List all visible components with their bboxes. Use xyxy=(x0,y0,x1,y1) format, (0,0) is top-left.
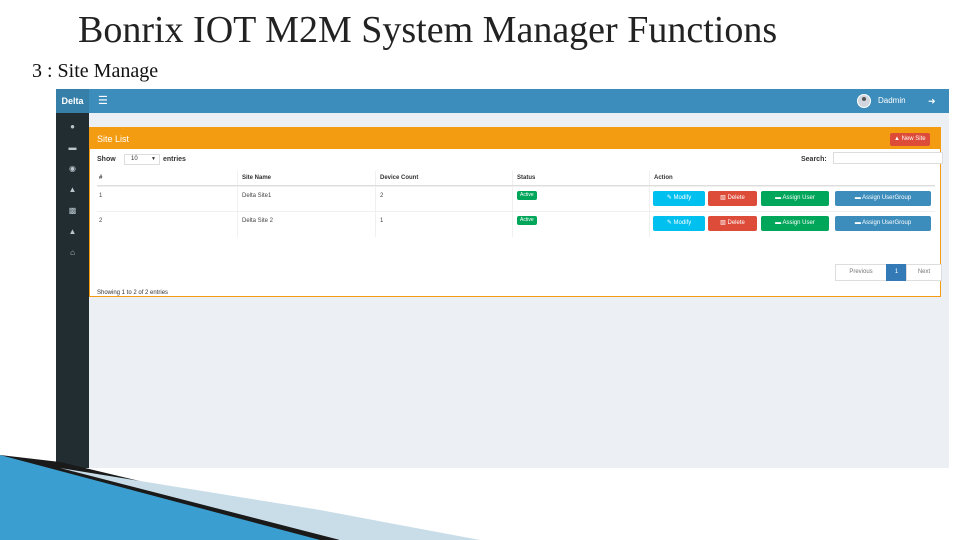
pagination-previous[interactable]: Previous xyxy=(835,264,887,281)
entries-length-select[interactable]: 10 ▼ xyxy=(124,154,160,165)
pagination-page-1[interactable]: 1 xyxy=(886,264,907,281)
sitemap-icon: ▲ xyxy=(894,136,902,142)
length-value: 10 xyxy=(131,156,138,162)
assign-usergroup-label: Assign UserGroup xyxy=(862,220,912,226)
table-row: 1 Delta Site1 2 Active ✎ Modify ▧ Delete… xyxy=(97,186,935,211)
assign-user-label: Assign User xyxy=(782,220,815,226)
search-input[interactable] xyxy=(833,152,943,164)
key-icon[interactable]: ⌂ xyxy=(56,247,89,259)
sidebar: ● ▬ ◉ ▲ ▩ ▲ ⌂ xyxy=(56,113,89,468)
modify-label: Modify xyxy=(673,195,692,201)
hamburger-icon[interactable]: ☰ xyxy=(98,94,108,108)
table-header: # Site Name Device Count Status Action xyxy=(97,171,935,186)
assign-user-button[interactable]: ▬ Assign User xyxy=(761,216,829,231)
assign-user-button[interactable]: ▬ Assign User xyxy=(761,191,829,206)
globe-icon[interactable]: ◉ xyxy=(56,163,89,175)
assign-user-label: Assign User xyxy=(782,195,815,201)
table-info: Showing 1 to 2 of 2 entries xyxy=(97,290,169,296)
site-list-box: Site List ▲ New Site Show 10 ▼ entries S… xyxy=(89,127,943,297)
sitemap-icon[interactable]: ▲ xyxy=(56,184,89,196)
delete-button[interactable]: ▧ Delete xyxy=(708,216,757,231)
car-icon[interactable]: ▬ xyxy=(56,142,89,154)
header-status[interactable]: Status xyxy=(517,171,535,186)
user-name[interactable]: Dadmin xyxy=(878,89,906,113)
avatar[interactable] xyxy=(857,94,871,108)
assign-usergroup-button[interactable]: ▬ Assign UserGroup xyxy=(835,216,931,231)
search-label: Search: xyxy=(801,156,827,163)
cell-device-count: 2 xyxy=(380,193,384,199)
delete-label: Delete xyxy=(727,195,745,201)
new-site-label: New Site xyxy=(901,136,926,142)
brand-logo[interactable]: Delta xyxy=(56,89,89,113)
box-title: Site List xyxy=(97,134,130,144)
cell-site-name: Delta Site1 xyxy=(242,193,272,199)
cell-id: 2 xyxy=(99,218,103,224)
delete-button[interactable]: ▧ Delete xyxy=(708,191,757,206)
slide-decoration xyxy=(0,455,480,540)
cell-site-name: Delta Site 2 xyxy=(242,218,274,224)
header-id[interactable]: # xyxy=(99,171,102,186)
header-site-name[interactable]: Site Name xyxy=(242,171,271,186)
header-device-count[interactable]: Device Count xyxy=(380,171,418,186)
users-icon[interactable]: ▩ xyxy=(56,205,89,217)
app-screenshot: Delta ☰ Dadmin ➜ ● ▬ ◉ ▲ ▩ ▲ ⌂ Site List… xyxy=(56,89,949,468)
slide-subtitle: 3 : Site Manage xyxy=(32,60,159,82)
header-action: Action xyxy=(654,175,673,181)
top-navbar: Delta ☰ Dadmin ➜ xyxy=(56,89,949,113)
delete-label: Delete xyxy=(727,220,745,226)
pagination-next[interactable]: Next xyxy=(906,264,942,281)
table-row: 2 Delta Site 2 1 Active ✎ Modify ▧ Delet… xyxy=(97,211,935,236)
assign-usergroup-label: Assign UserGroup xyxy=(862,195,912,201)
modify-label: Modify xyxy=(673,220,692,226)
show-label: Show xyxy=(97,156,116,163)
box-header: Site List ▲ New Site xyxy=(90,130,940,149)
chevron-down-icon: ▼ xyxy=(151,156,156,162)
entries-label: entries xyxy=(163,156,186,163)
modify-button[interactable]: ✎ Modify xyxy=(653,216,705,231)
cell-id: 1 xyxy=(99,193,103,199)
bell-icon[interactable]: ▲ xyxy=(56,226,89,238)
user-icon[interactable]: ● xyxy=(56,121,89,133)
cell-device-count: 1 xyxy=(380,218,384,224)
assign-usergroup-button[interactable]: ▬ Assign UserGroup xyxy=(835,191,931,206)
status-badge: Active xyxy=(517,191,537,200)
logout-icon[interactable]: ➜ xyxy=(928,89,936,113)
slide-title: Bonrix IOT M2M System Manager Functions xyxy=(78,9,778,51)
status-badge: Active xyxy=(517,216,537,225)
new-site-button[interactable]: ▲ New Site xyxy=(890,133,930,146)
modify-button[interactable]: ✎ Modify xyxy=(653,191,705,206)
